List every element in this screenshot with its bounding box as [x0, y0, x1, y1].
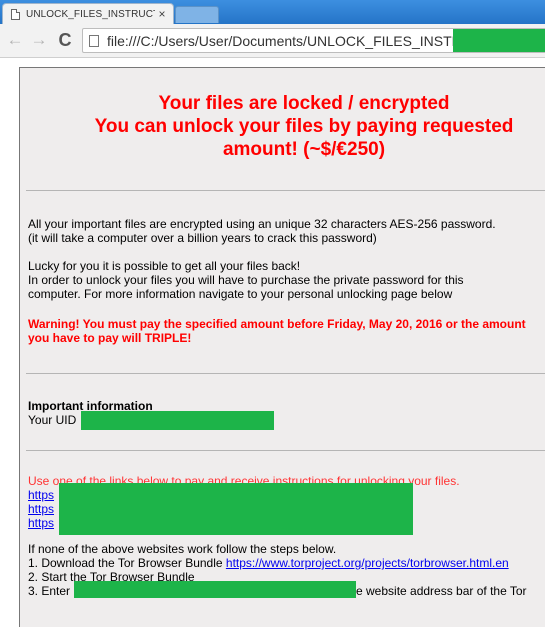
payment-link-3[interactable]: https — [28, 516, 54, 530]
close-icon[interactable]: × — [155, 7, 169, 21]
paragraph-recovery-1: Lucky for you it is possible to get all … — [28, 259, 301, 273]
tab-title: UNLOCK_FILES_INSTRUCT — [26, 8, 155, 20]
forward-arrow-icon[interactable]: → — [28, 29, 50, 51]
step-1: 1. Download the Tor Browser Bundle https… — [28, 556, 545, 570]
tor-download-link[interactable]: https://www.torproject.org/projects/torb… — [226, 556, 509, 570]
reload-icon[interactable]: C — [54, 29, 76, 51]
paragraph-encryption-2: (it will take a computer over a billion … — [28, 231, 377, 245]
links-redaction — [59, 483, 413, 535]
paragraph-recovery-2: In order to unlock your files you will h… — [28, 273, 464, 287]
headline-line-3: amount! (~$/€250) — [222, 139, 386, 160]
paragraph-encryption-1: All your important files are encrypted u… — [28, 217, 496, 231]
tab-unlock-files[interactable]: UNLOCK_FILES_INSTRUCT × — [2, 3, 174, 24]
step-1-text: 1. Download the Tor Browser Bundle — [28, 556, 226, 570]
divider — [26, 373, 545, 374]
onion-address-redaction — [74, 581, 356, 598]
paragraph-recovery-3: computer. For more information navigate … — [28, 287, 453, 301]
tab-strip: UNLOCK_FILES_INSTRUCT × — [0, 0, 545, 24]
headline-line-1: Your files are locked / encrypted — [158, 93, 450, 114]
redaction-block — [453, 29, 545, 52]
url-text[interactable]: file:///C:/Users/User/Documents/UNLOCK_F… — [107, 33, 472, 49]
divider — [26, 190, 545, 191]
steps-intro: If none of the above websites work follo… — [28, 542, 337, 556]
deadline-warning: Warning! You must pay the specified amou… — [28, 317, 526, 345]
payment-link-2[interactable]: https — [28, 502, 54, 516]
new-tab-button[interactable] — [175, 6, 219, 23]
divider — [26, 450, 545, 451]
step-3-suffix: e website address bar of the Tor — [356, 584, 527, 598]
document-icon — [11, 8, 20, 20]
back-arrow-icon[interactable]: ← — [4, 29, 26, 51]
browser-toolbar: ← → C file:///C:/Users/User/Documents/UN… — [0, 24, 545, 58]
uid-redaction — [81, 411, 274, 430]
payment-link-1[interactable]: https — [28, 488, 54, 502]
page-icon — [89, 34, 99, 47]
ransom-note-panel: Your files are locked / encrypted You ca… — [19, 67, 545, 627]
page-viewport: Your files are locked / encrypted You ca… — [0, 58, 545, 627]
headline-line-2: You can unlock your files by paying requ… — [94, 116, 514, 137]
